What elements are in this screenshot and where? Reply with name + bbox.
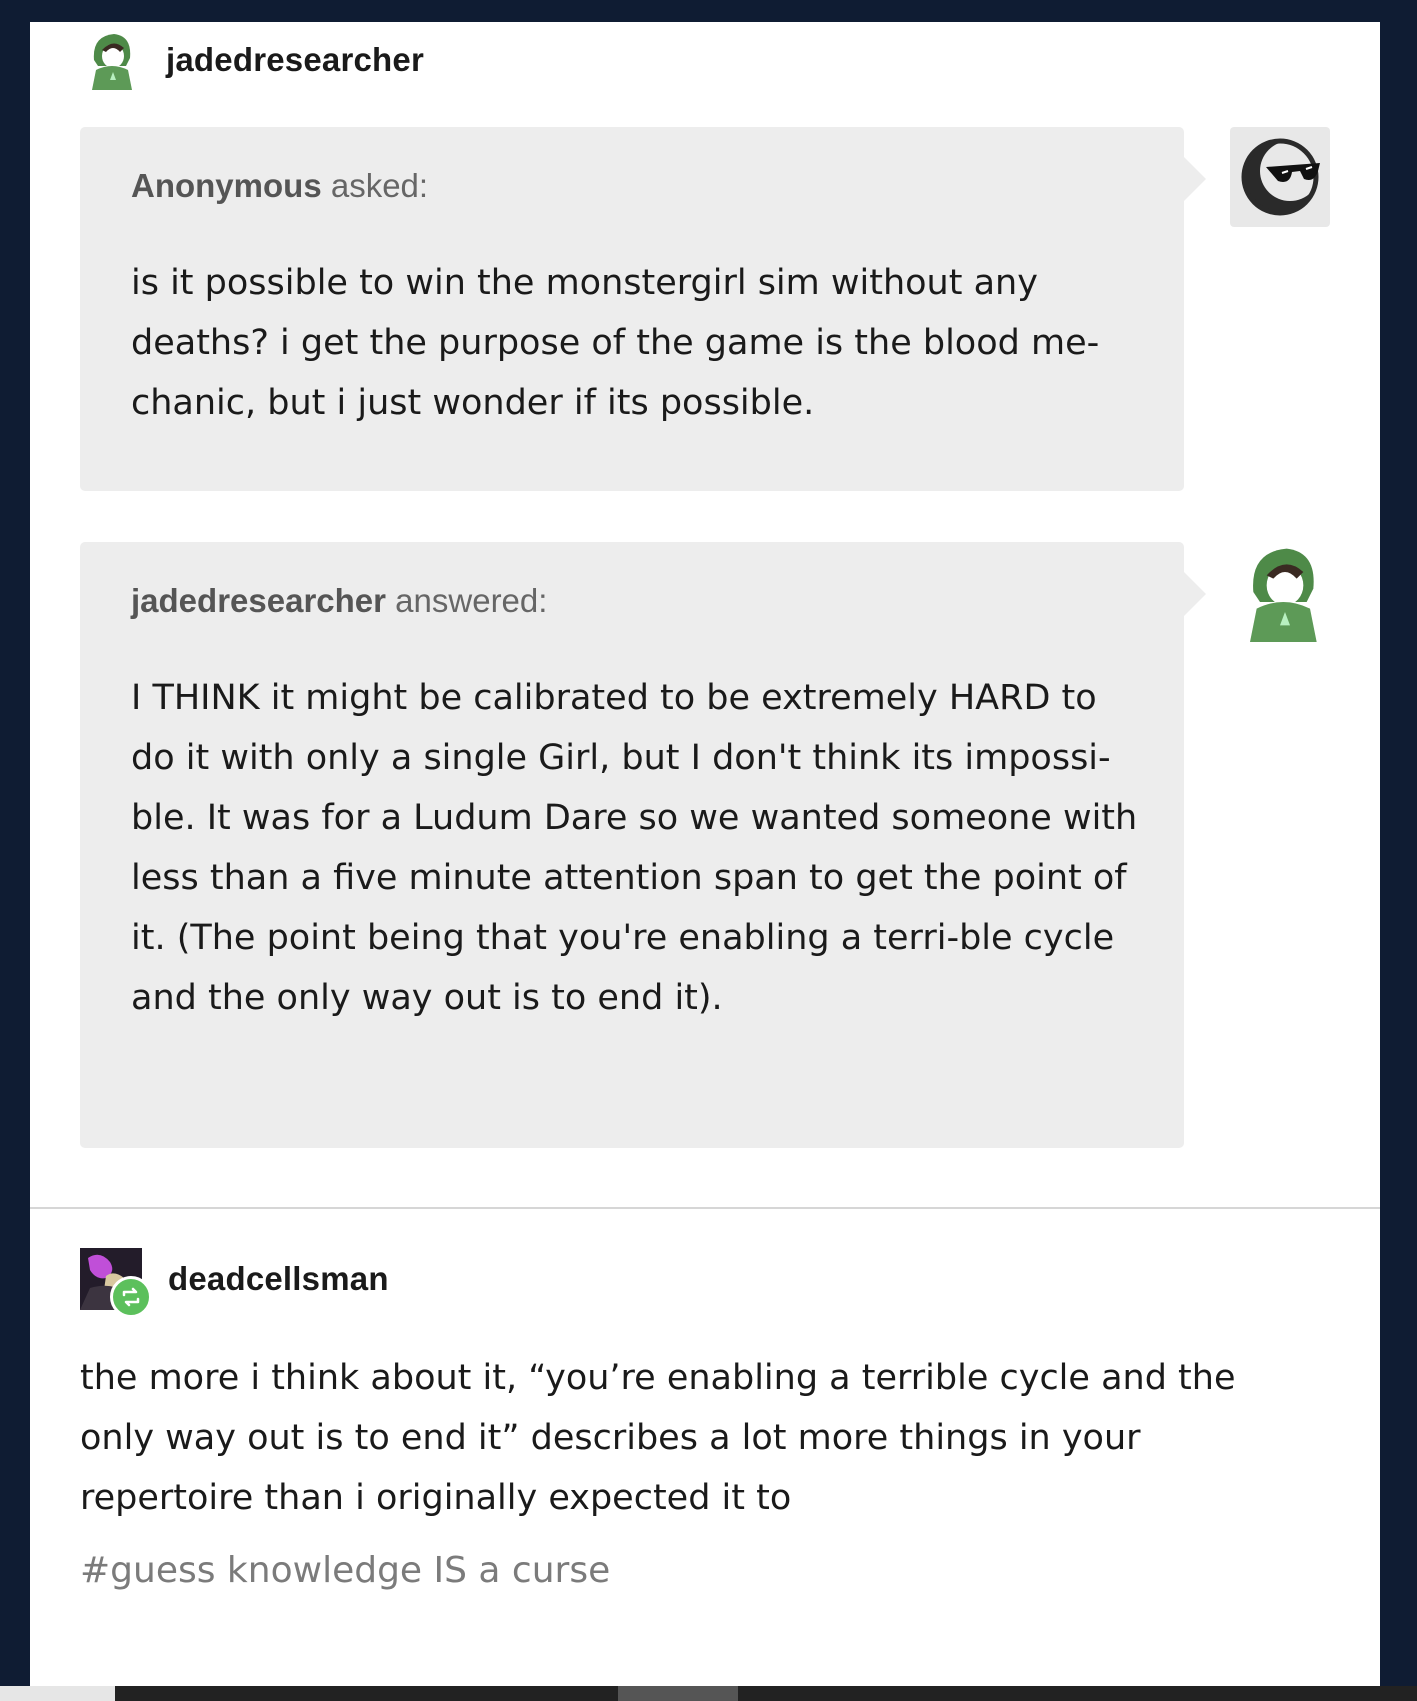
window-top-bar (0, 0, 1417, 22)
reblogger-username[interactable]: deadcellsman (168, 1260, 389, 1298)
scrollbar-thumb[interactable] (618, 1686, 738, 1701)
answer-bubble: jadedresearcher answered: I THINK it mig… (80, 542, 1206, 1148)
ask-header: Anonymous asked: (131, 167, 428, 205)
anonymous-avatar (1230, 127, 1330, 227)
ask-question: is it possible to win the monstergirl si… (131, 263, 1100, 423)
answer-text: I THINK it might be calibrated to be ext… (131, 678, 1138, 1018)
answerer-avatar[interactable] (1230, 542, 1330, 642)
reblog-icon (110, 1276, 152, 1318)
op-header: jadedresearcher (80, 30, 424, 90)
asker-name[interactable]: Anonymous (131, 167, 322, 204)
op-avatar[interactable] (80, 30, 140, 90)
hooded-avatar-icon (92, 34, 132, 90)
sunglasses-moon-icon (1241, 138, 1320, 216)
reblog-comment: the more i think about it, “you’re enabl… (80, 1358, 1236, 1518)
reblog-header: deadcellsman (80, 1248, 389, 1318)
answer-header: jadedresearcher answered: (131, 582, 547, 620)
bottom-bar-segment (0, 1686, 115, 1701)
answerer-name[interactable]: jadedresearcher (131, 582, 386, 619)
post-tags[interactable]: #guess knowledge IS a curse (80, 1550, 610, 1591)
ask-bubble: Anonymous asked: is it possible to win t… (80, 127, 1206, 491)
op-username[interactable]: jadedresearcher (166, 41, 424, 79)
answerer-verb: answered: (395, 582, 548, 619)
asker-verb: asked: (330, 167, 429, 204)
reblogger-avatar[interactable] (80, 1248, 152, 1318)
hooded-avatar-icon (1250, 548, 1317, 642)
post-divider (30, 1207, 1380, 1209)
tumblr-post: jadedresearcher Anonymous asked: is it p… (30, 22, 1380, 1691)
